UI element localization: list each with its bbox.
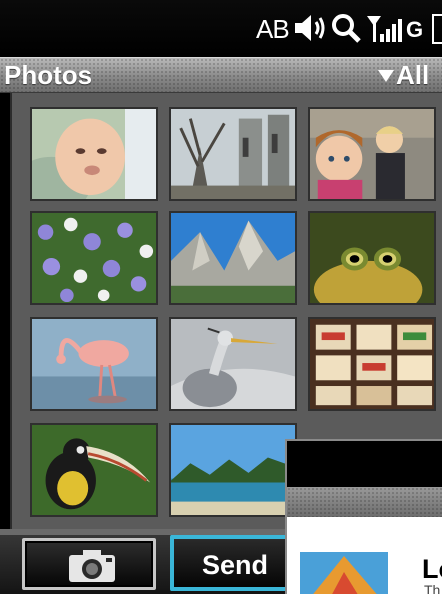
status-text: AB <box>256 14 290 44</box>
photo-baby[interactable] <box>30 107 158 201</box>
overlay-title: Lo <box>422 554 442 584</box>
photo-frog[interactable] <box>308 211 436 305</box>
overlay-subtitle: Th <box>424 582 441 594</box>
photo-flowers[interactable] <box>30 211 158 305</box>
send-label: Send <box>202 550 269 580</box>
photo-mountains[interactable] <box>169 211 297 305</box>
send-button[interactable]: Send <box>170 535 288 591</box>
filter-dropdown[interactable]: All <box>396 60 429 91</box>
search-icon[interactable] <box>330 12 362 44</box>
photo-lake[interactable] <box>169 423 297 517</box>
photo-heron[interactable] <box>169 317 297 411</box>
signal-icon <box>367 16 402 42</box>
network-type: G <box>406 17 424 42</box>
status-bar: AB G <box>0 0 442 57</box>
overlay-thumbnail[interactable] <box>300 552 388 594</box>
battery-icon <box>432 14 442 44</box>
camera-icon <box>69 550 115 582</box>
photo-market[interactable] <box>308 317 436 411</box>
overlay-header <box>287 441 442 487</box>
speaker-icon <box>295 15 325 41</box>
photo-cathedral[interactable] <box>169 107 297 201</box>
photo-children[interactable] <box>308 107 436 201</box>
photo-toucan[interactable] <box>30 423 158 517</box>
page-title: Photos <box>4 60 93 90</box>
photo-flamingo[interactable] <box>30 317 158 411</box>
triangle-down-icon[interactable] <box>378 70 394 82</box>
camera-button[interactable] <box>22 538 156 590</box>
overlay-strip <box>287 487 442 517</box>
title-bar: Photos All <box>0 57 442 93</box>
